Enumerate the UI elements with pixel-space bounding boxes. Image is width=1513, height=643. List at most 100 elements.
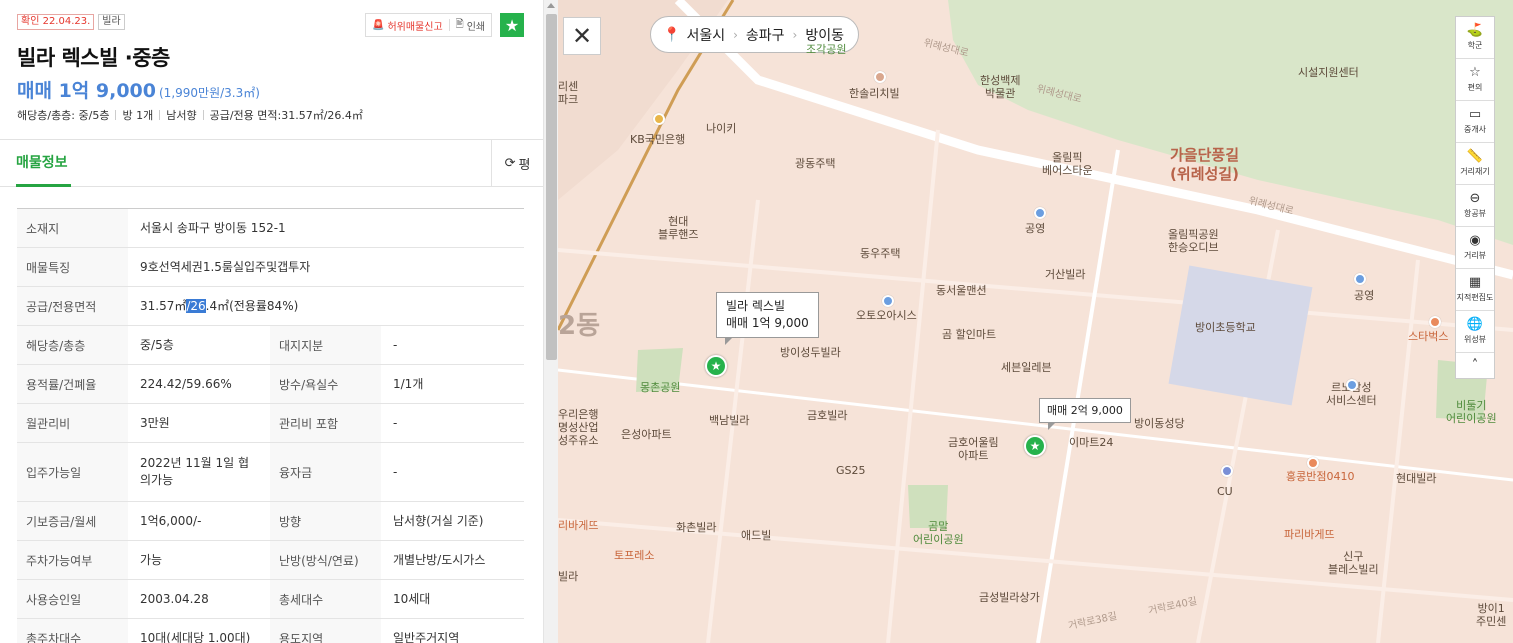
summary-direction: 남서향 (166, 109, 197, 122)
report-button[interactable]: 🚨 허위매물신고 (366, 14, 449, 36)
tab-review-label: 평 (518, 157, 531, 173)
map-label: 우리은행 명성산업 성주유소 (558, 408, 599, 447)
map-label: 금호어울림 아파트 (948, 436, 999, 462)
poi-marker[interactable] (1354, 273, 1366, 285)
listing-title: 빌라 렉스빌 ·중층 (17, 46, 170, 70)
tools-collapse-button[interactable]: ˄ (1456, 353, 1494, 378)
star-icon: ★ (710, 359, 722, 373)
tool-convenience[interactable]: ☆ 편의 (1456, 59, 1494, 101)
tool-label: 위성뷰 (1463, 335, 1487, 344)
map-label: 홍콩반점0410 (1286, 470, 1355, 483)
row-label: 매물특징 (17, 247, 128, 287)
scroll-up-icon[interactable] (547, 3, 555, 8)
poi-marker[interactable] (1221, 465, 1233, 477)
print-button[interactable]: 🖹 인쇄 (450, 14, 491, 36)
poi-marker[interactable] (1034, 207, 1046, 219)
poi-marker[interactable] (1346, 379, 1358, 391)
row-label: 용도지역 (270, 618, 381, 643)
tool-cadastral[interactable]: ▦ 지적편집도 (1456, 269, 1494, 311)
poi-marker[interactable] (1307, 457, 1319, 469)
listing-bubble-other[interactable]: 매매 2억 9,000 (1039, 398, 1131, 430)
row-value: 중/5층 (140, 337, 174, 352)
map-label: 리바게뜨 (558, 519, 599, 532)
globe-icon: 🌐 (1466, 317, 1484, 332)
table-row: 소재지 서울시 송파구 방이동 152-1 (17, 208, 524, 248)
map-label: 올림픽 베어스타운 (1042, 151, 1093, 177)
map-label: 빌라 (558, 570, 579, 583)
panel-scrollbar[interactable] (543, 0, 558, 643)
map-label: 가을단풍길 (위례성길) (1170, 146, 1240, 183)
listing-price: 매매 1억 9,000 (1,990만원/3.3㎡) (17, 76, 260, 103)
ruler-icon: 📏 (1466, 149, 1484, 164)
map-label: 금성빌라상가 (979, 591, 1040, 604)
map-label: 한성백제 박물관 (980, 74, 1021, 100)
row-value: 2022년 11월 1일 협의가능 (140, 456, 250, 487)
badge-group: 확인 22.04.23. 빌라 (17, 14, 125, 30)
chevron-up-icon: ˄ (1471, 357, 1479, 373)
row-value: - (393, 464, 398, 479)
table-row: 매물특징 9호선역세권1.5룸실입주및갭투자 (17, 247, 524, 287)
tool-label: 지적편집도 (1456, 293, 1494, 302)
report-label: 허위매물신고 (387, 21, 443, 33)
summary-rooms: 방 1개 (122, 109, 154, 122)
region-district[interactable]: 송파구 (746, 25, 785, 45)
region-dong[interactable]: 방이동 (805, 25, 844, 45)
row-label: 월관리비 (17, 403, 128, 443)
listing-bubble-current[interactable]: 빌라 렉스빌 매매 1억 9,000 (716, 292, 819, 345)
tool-agent[interactable]: ▭ 중개사 (1456, 101, 1494, 143)
favorite-star-button[interactable]: ★ (500, 13, 524, 37)
tool-aerial[interactable]: ⊖ 항공뷰 (1456, 185, 1494, 227)
table-row: 총주차대수 10대(세대당 1.00대) 용도지역 일반주거지역 (17, 618, 524, 643)
scrollbar-thumb[interactable] (546, 14, 557, 360)
row-label: 입주가능일 (17, 442, 128, 502)
tab-review[interactable]: ⟳ 평 (491, 140, 543, 186)
tool-label: 편의 (1467, 83, 1483, 92)
row-value: 일반주거지역 (393, 630, 460, 643)
region-city[interactable]: 서울시 (686, 25, 725, 45)
map-label: 화촌빌라 (676, 521, 717, 534)
tool-school[interactable]: ⛳ 학군 (1456, 17, 1494, 59)
print-label: 인쇄 (466, 21, 486, 33)
chevron-right-icon: › (733, 27, 738, 42)
map-label: 방이성두빌라 (780, 346, 841, 359)
row-value: 1억6,000/- (140, 513, 202, 528)
map-label: 시설지원센터 (1298, 66, 1359, 79)
map-label: 오토오아시스 (856, 309, 917, 322)
map-view[interactable]: ✕ 📍 서울시 › 송파구 › 방이동 ⛳ 학군 ☆ 편의 ▭ 중개사 📏 거리재기 ⊖… (558, 0, 1513, 643)
tool-label: 거리재기 (1460, 167, 1490, 176)
street-pin-icon: ◉ (1469, 233, 1481, 248)
cadastral-icon: ▦ (1468, 275, 1482, 290)
tab-listing-info[interactable]: 매물정보 (16, 152, 68, 172)
map-label: 나이키 (706, 122, 737, 135)
row-value: 10세대 (393, 591, 431, 606)
map-label: 방이1 주민센 (1476, 602, 1507, 628)
map-label: 조각공원 (806, 43, 847, 56)
poi-marker[interactable] (653, 113, 665, 125)
divider (202, 110, 204, 120)
poi-marker[interactable] (1429, 316, 1441, 328)
tool-street[interactable]: ◉ 거리뷰 (1456, 227, 1494, 269)
listing-info-table: 소재지 서울시 송파구 방이동 152-1 매물특징 9호선역세권1.5룸실입주및갭… (17, 208, 524, 643)
map-label: 애드빌 (741, 529, 772, 542)
poi-marker[interactable] (882, 295, 894, 307)
tool-label: 거리뷰 (1463, 251, 1487, 260)
active-tab-indicator (16, 184, 71, 187)
divider (115, 110, 117, 120)
tool-satellite[interactable]: 🌐 위성뷰 (1456, 311, 1494, 353)
listing-summary: 해당층/총층: 중/5층 방 1개 남서향 공급/전용 면적:31.57㎡/26… (17, 107, 363, 123)
tool-distance[interactable]: 📏 거리재기 (1456, 143, 1494, 185)
listing-marker-current[interactable]: ★ (705, 355, 727, 377)
tab-bar: 매물정보 ⟳ 평 (0, 140, 543, 187)
row-value: 개별난방/도시가스 (393, 552, 486, 567)
poi-marker[interactable] (874, 71, 886, 83)
map-label: 비둘기 어린이공원 (1446, 399, 1497, 425)
table-row: 사용승인일 2003.04.28 총세대수 10세대 (17, 579, 524, 619)
map-label: CU (1217, 485, 1233, 498)
close-map-button[interactable]: ✕ (563, 17, 601, 55)
row-label: 방수/욕실수 (270, 364, 381, 404)
listing-marker-other[interactable]: ★ (1024, 435, 1046, 457)
map-label: 은성아파트 (621, 428, 672, 441)
area-selected-text: /26 (186, 298, 206, 313)
row-value: - (393, 337, 398, 352)
price-unit: (1,990만원/3.3㎡) (159, 86, 260, 100)
